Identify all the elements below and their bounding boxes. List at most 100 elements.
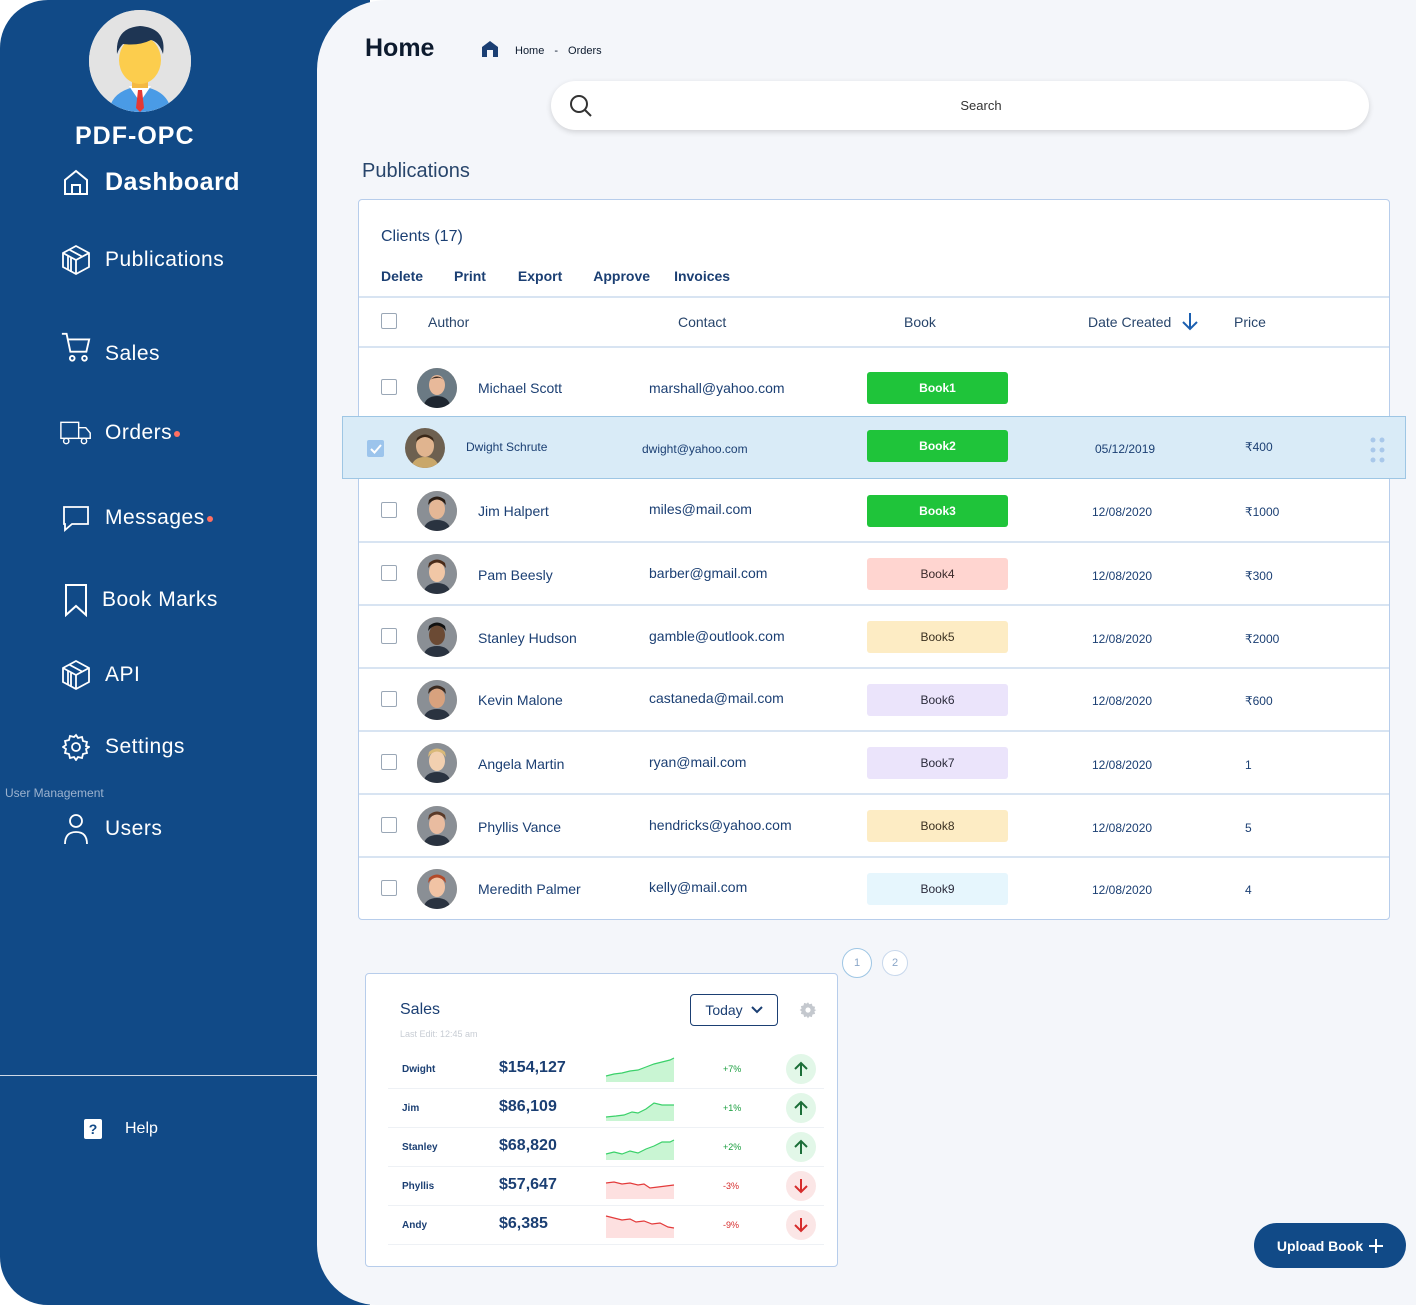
home-icon[interactable] [481,40,499,61]
book-badge[interactable]: Book9 [867,873,1008,905]
column-book[interactable]: Book [904,314,936,330]
book-badge[interactable]: Book4 [867,558,1008,590]
table-row[interactable]: Pam Beesly barber@gmail.com Book4 12/08/202… [359,543,1389,605]
divider [359,346,1389,348]
clients-title: Clients (17) [381,228,463,245]
row-checkbox[interactable] [381,502,397,518]
row-checkbox[interactable] [381,691,397,707]
avatar [417,617,457,657]
nav-settings[interactable]: Settings [60,731,185,763]
page-1-button[interactable]: 1 [842,948,872,978]
contact-email[interactable]: marshall@yahoo.com [649,380,785,396]
row-checkbox[interactable] [381,628,397,644]
period-label: Today [705,1002,743,1018]
user-icon [60,813,92,845]
contact-email[interactable]: castaneda@mail.com [649,690,784,706]
arrow-down-icon[interactable] [786,1171,816,1201]
table-row[interactable]: Kevin Malone castaneda@mail.com Book6 12/08… [359,669,1389,731]
book-badge[interactable]: Book5 [867,621,1008,653]
breadcrumb-orders[interactable]: Orders [568,45,602,57]
contact-email[interactable]: hendricks@yahoo.com [649,817,792,833]
avatar [417,368,457,408]
sparkline [605,1181,675,1199]
author-name: Pam Beesly [478,567,553,583]
book-badge[interactable]: Book8 [867,810,1008,842]
book-badge[interactable]: Book2 [867,430,1008,462]
price: ₹1000 [1245,505,1280,519]
contact-email[interactable]: ryan@mail.com [649,754,746,770]
delete-button[interactable]: Delete [381,268,423,284]
sales-value: $57,647 [499,1176,557,1193]
chevron-down-icon [750,1006,763,1014]
row-checkbox[interactable] [381,817,397,833]
row-checkbox[interactable] [381,565,397,581]
salesperson-name: Phyllis [402,1181,435,1192]
book-badge[interactable]: Book6 [867,684,1008,716]
nav-publications[interactable]: Publications [60,244,224,276]
contact-email[interactable]: gamble@outlook.com [649,628,785,644]
book-badge[interactable]: Book7 [867,747,1008,779]
sales-value: $68,820 [499,1137,557,1154]
contact-email[interactable]: kelly@mail.com [649,879,747,895]
nav-dashboard[interactable]: Dashboard [60,166,240,198]
column-author[interactable]: Author [428,314,469,330]
row-checkbox-checked[interactable] [367,440,384,457]
search-icon[interactable] [569,94,593,123]
period-dropdown[interactable]: Today [690,994,778,1026]
print-button[interactable]: Print [454,268,486,284]
contact-email[interactable]: dwight@yahoo.com [642,442,748,456]
help-link[interactable]: ? Help [84,1119,158,1139]
sort-down-icon[interactable] [1181,311,1199,336]
salesperson-name: Dwight [402,1064,436,1075]
table-row[interactable]: Angela Martin ryan@mail.com Book7 12/08/202… [359,732,1389,794]
table-row[interactable]: Michael Scott marshall@yahoo.com Book1 [359,357,1389,419]
select-all-checkbox[interactable] [381,313,397,329]
table-row-selected[interactable]: Dwight Schrute dwight@yahoo.com Book2 05… [342,416,1406,479]
column-price[interactable]: Price [1234,314,1266,330]
change-percent: +2% [723,1142,742,1152]
section-title: Publications [362,160,470,182]
table-row[interactable]: Phyllis Vance hendricks@yahoo.com Book8 12/… [359,795,1389,857]
search-input[interactable] [611,81,1351,130]
gear-icon[interactable] [799,1001,817,1024]
nav-api[interactable]: API [60,659,140,691]
export-button[interactable]: Export [518,268,562,284]
column-contact[interactable]: Contact [678,314,726,330]
breadcrumb-home[interactable]: Home [515,45,544,57]
table-row[interactable]: Jim Halpert miles@mail.com Book3 12/08/2020… [359,480,1389,542]
contact-email[interactable]: barber@gmail.com [649,565,767,581]
table-row[interactable]: Stanley Hudson gamble@outlook.com Book5 12/… [359,606,1389,668]
page-2-button[interactable]: 2 [882,950,908,976]
nav-sales[interactable]: Sales [60,328,160,366]
arrow-up-icon[interactable] [786,1132,816,1162]
sales-row: Phyllis $57,647 -3% [388,1167,824,1206]
profile-avatar[interactable] [89,10,191,112]
nav-messages[interactable]: Messages [60,502,213,534]
contact-email[interactable]: miles@mail.com [649,501,752,517]
arrow-down-icon[interactable] [786,1210,816,1240]
table-row[interactable]: Meredith Palmer kelly@mail.com Book9 12/08/… [359,858,1389,920]
nav-orders[interactable]: Orders [60,417,181,449]
drag-handle-icon[interactable] [1369,437,1387,468]
book-badge[interactable]: Book3 [867,495,1008,527]
author-name: Phyllis Vance [478,819,562,835]
avatar [417,680,457,720]
approve-button[interactable]: Approve [593,268,650,284]
arrow-up-icon[interactable] [786,1054,816,1084]
date-created: 05/12/2019 [1095,442,1156,456]
nav-label: API [105,663,141,686]
sales-title: Sales [400,1001,441,1018]
arrow-up-icon[interactable] [786,1093,816,1123]
nav-bookmarks[interactable]: Book Marks [60,584,218,617]
nav-users[interactable]: Users [60,813,162,845]
row-checkbox[interactable] [381,379,397,395]
book-badge[interactable]: Book1 [867,372,1008,404]
row-checkbox[interactable] [381,880,397,896]
cube-icon [60,244,92,276]
invoices-button[interactable]: Invoices [674,268,730,284]
date-created: 12/08/2020 [1092,883,1153,897]
column-date-created[interactable]: Date Created [1088,314,1171,330]
upload-book-button[interactable]: Upload Book [1254,1223,1406,1268]
row-checkbox[interactable] [381,754,397,770]
date-created: 12/08/2020 [1092,758,1153,772]
